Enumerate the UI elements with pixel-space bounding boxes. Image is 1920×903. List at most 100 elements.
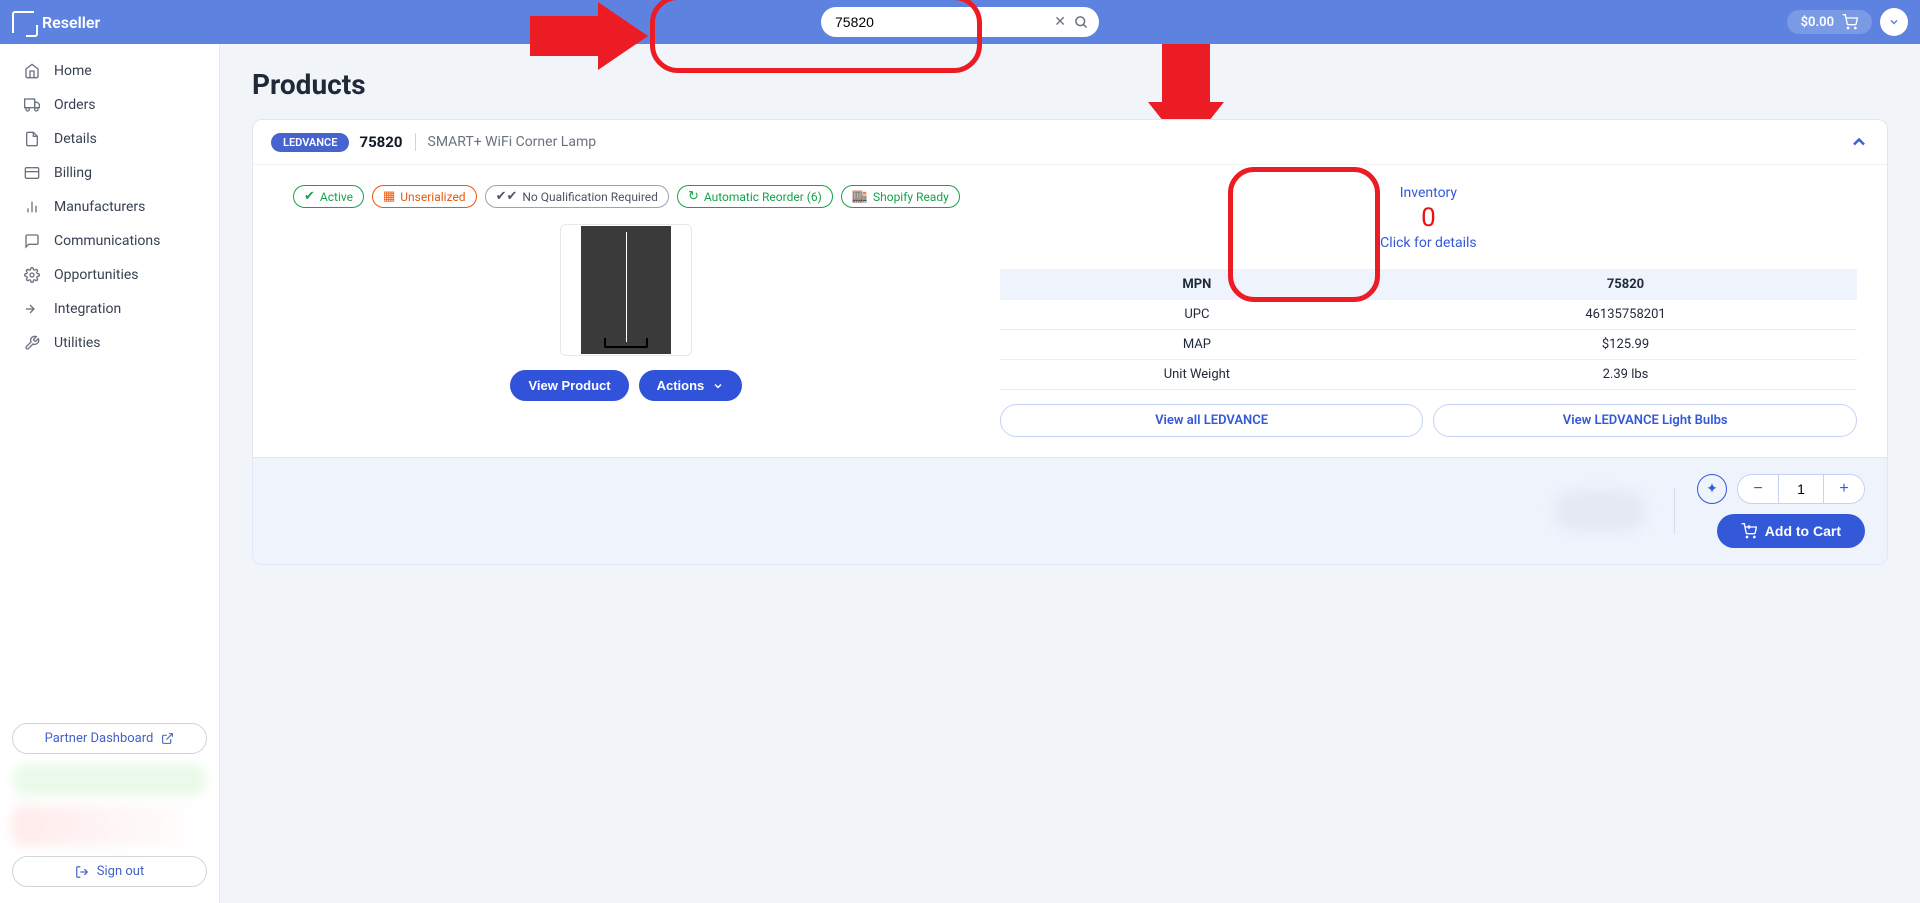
blurred-info-1 (12, 764, 207, 796)
search-box[interactable]: ✕ (821, 7, 1099, 37)
tag-shopify-label: Shopify Ready (873, 190, 949, 204)
inventory-link[interactable]: Click for details (1000, 235, 1857, 251)
external-link-icon (161, 732, 174, 745)
nav-orders[interactable]: Orders (0, 88, 219, 122)
nav-utilities[interactable]: Utilities (0, 326, 219, 360)
view-product-label: View Product (528, 378, 610, 393)
collapse-icon[interactable] (1849, 132, 1869, 152)
nav-manufacturers-label: Manufacturers (54, 199, 145, 215)
partner-dashboard-button[interactable]: Partner Dashboard (12, 723, 207, 754)
add-to-cart-label: Add to Cart (1765, 523, 1841, 539)
nav-home[interactable]: Home (0, 54, 219, 88)
partner-dashboard-label: Partner Dashboard (45, 731, 154, 746)
search-icon[interactable] (1074, 15, 1089, 30)
nav-billing-label: Billing (54, 165, 92, 181)
integration-icon (24, 301, 40, 317)
sidebar-footer: Partner Dashboard Sign out (0, 715, 219, 903)
qty-decrease[interactable]: − (1738, 475, 1778, 503)
tag-row: ✔Active ▦Unserialized ✔✔No Qualification… (293, 185, 960, 208)
nav-communications-label: Communications (54, 233, 160, 249)
wrench-icon (24, 335, 40, 351)
product-sku: 75820 (359, 133, 402, 151)
add-cart-icon (1741, 523, 1757, 539)
nav-integration[interactable]: Integration (0, 292, 219, 326)
tag-shopify: 🏬 Shopify Ready (841, 185, 960, 208)
product-left-column: ✔Active ▦Unserialized ✔✔No Qualification… (293, 185, 960, 437)
home-icon (24, 63, 40, 79)
check-icon: ✔ (304, 189, 315, 204)
brand-name: Reseller (42, 13, 100, 32)
spec-map-val: $125.99 (1394, 330, 1857, 360)
spec-weight-label: Unit Weight (1000, 360, 1394, 390)
inventory-box[interactable]: Inventory 0 Click for details (1000, 185, 1857, 259)
nav: Home Orders Details Billing Manufacturer… (0, 44, 219, 715)
tag-reorder-label: Automatic Reorder (6) (704, 190, 822, 204)
spec-mpn-header: MPN (1000, 269, 1394, 300)
outline-link-row: View all LEDVANCE View LEDVANCE Light Bu… (1000, 404, 1857, 437)
search-input[interactable] (835, 14, 1054, 30)
cart-button[interactable]: $0.00 (1787, 10, 1872, 34)
spec-map-label: MAP (1000, 330, 1394, 360)
nav-communications[interactable]: Communications (0, 224, 219, 258)
product-card: LEDVANCE 75820 SMART+ WiFi Corner Lamp ✔… (252, 119, 1888, 565)
file-icon (24, 131, 40, 147)
product-button-row: View Product Actions (510, 370, 742, 401)
nav-details[interactable]: Details (0, 122, 219, 156)
product-card-body: ✔Active ▦Unserialized ✔✔No Qualification… (253, 165, 1887, 457)
cart-total: $0.00 (1801, 15, 1834, 30)
signout-button[interactable]: Sign out (12, 856, 207, 887)
tag-auto-reorder: ↻ Automatic Reorder (6) (677, 185, 833, 208)
view-all-brand-link[interactable]: View all LEDVANCE (1000, 404, 1424, 437)
actions-button[interactable]: Actions (639, 370, 743, 401)
tag-active: ✔ Active (293, 185, 364, 208)
signout-icon (75, 865, 89, 879)
page-title: Products (252, 68, 1888, 101)
product-card-header: LEDVANCE 75820 SMART+ WiFi Corner Lamp (253, 120, 1887, 165)
actions-label: Actions (657, 378, 705, 393)
quantity-stepper[interactable]: − + (1737, 474, 1865, 504)
cart-icon (1842, 14, 1858, 30)
brand-badge: LEDVANCE (271, 133, 349, 152)
qr-icon: ▦ (383, 189, 395, 204)
qty-input[interactable] (1778, 475, 1824, 503)
tag-noqual-label: No Qualification Required (522, 190, 658, 204)
double-check-icon: ✔✔ (496, 189, 518, 204)
nav-manufacturers[interactable]: Manufacturers (0, 190, 219, 224)
inventory-label: Inventory (1000, 185, 1857, 201)
signout-label: Sign out (97, 864, 144, 879)
nav-billing[interactable]: Billing (0, 156, 219, 190)
product-right-column: Inventory 0 Click for details MPN 75820 (1000, 185, 1857, 437)
billing-icon (24, 165, 40, 181)
truck-icon (24, 97, 40, 113)
chat-icon (24, 233, 40, 249)
spec-upc-val: 46135758201 (1394, 300, 1857, 330)
shop-icon: 🏬 (852, 189, 868, 204)
search-icons: ✕ (1054, 15, 1089, 30)
main-content: Products LEDVANCE 75820 SMART+ WiFi Corn… (220, 44, 1920, 903)
brand: Reseller (12, 11, 100, 33)
chart-icon (24, 199, 40, 215)
gear-icon (24, 267, 40, 283)
nav-utilities-label: Utilities (54, 335, 101, 351)
specs-table: MPN 75820 UPC46135758201 MAP$125.99 Unit… (1000, 269, 1857, 390)
add-to-cart-button[interactable]: Add to Cart (1717, 514, 1865, 548)
view-category-link[interactable]: View LEDVANCE Light Bulbs (1433, 404, 1857, 437)
view-product-button[interactable]: View Product (510, 370, 628, 401)
product-card-footer: ✦ − + Add to Cart (253, 457, 1887, 564)
spark-button[interactable]: ✦ (1697, 474, 1727, 504)
qty-increase[interactable]: + (1824, 475, 1864, 503)
tag-active-label: Active (320, 190, 353, 204)
blurred-info-2 (12, 806, 207, 846)
spec-mpn-value: 75820 (1394, 269, 1857, 300)
refresh-icon: ↻ (688, 189, 699, 204)
divider (415, 133, 416, 151)
product-image (560, 224, 692, 356)
spec-upc-label: UPC (1000, 300, 1394, 330)
inventory-value: 0 (1000, 203, 1857, 233)
footer-divider (1674, 488, 1675, 534)
nav-opportunities-label: Opportunities (54, 267, 139, 283)
nav-opportunities[interactable]: Opportunities (0, 258, 219, 292)
clear-icon[interactable]: ✕ (1054, 15, 1066, 30)
nav-integration-label: Integration (54, 301, 121, 317)
account-dropdown[interactable] (1880, 8, 1908, 36)
